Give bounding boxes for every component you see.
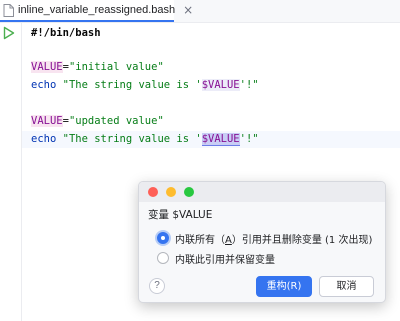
code-line-current: echo "The string value is '$VALUE'!" — [22, 131, 400, 148]
string-literal: '!" — [239, 79, 259, 91]
option-inline-this[interactable]: 内联此引用并保留变量 — [157, 250, 275, 266]
option-inline-this-label: 内联此引用并保留变量 — [175, 254, 275, 266]
editor-tab-bar: inline_variable_reassigned.bash × — [0, 0, 400, 23]
variable-declaration[interactable]: VALUE — [31, 115, 63, 127]
dialog-titlebar[interactable] — [139, 182, 385, 202]
cancel-button[interactable]: 取消 — [319, 276, 374, 297]
string-literal: "The string value is ' — [56, 133, 202, 145]
code-line: echo "The string value is '$VALUE'!" — [22, 77, 400, 94]
inline-variable-dialog: 变量 $VALUE 内联所有（A）引用并且删除变量 (1 次出现) 内联此引用并… — [138, 181, 386, 303]
code-line: #!/bin/bash — [22, 25, 400, 42]
string-literal: "initial value" — [68, 61, 164, 73]
file-icon — [3, 3, 14, 17]
keyword: echo — [31, 79, 57, 91]
tab-filename: inline_variable_reassigned.bash — [18, 4, 176, 16]
string-literal: "The string value is ' — [56, 79, 202, 91]
close-window-icon[interactable] — [148, 187, 158, 197]
option-inline-all[interactable]: 内联所有（A）引用并且删除变量 (1 次出现) — [157, 230, 372, 246]
refactor-button[interactable]: 重构(R) — [256, 276, 312, 297]
variable-reference-selected[interactable]: $VALUE — [201, 133, 240, 146]
code-line: VALUE="initial value" — [22, 59, 400, 76]
shebang: #!/bin/bash — [31, 27, 101, 39]
variable-reference[interactable]: $VALUE — [201, 79, 240, 91]
run-icon[interactable] — [3, 25, 15, 40]
option-inline-all-label: 内联所有（A）引用并且删除变量 (1 次出现) — [175, 234, 373, 246]
keyword: echo — [31, 133, 57, 145]
variable-declaration[interactable]: VALUE — [31, 61, 63, 73]
close-icon[interactable]: × — [183, 4, 193, 16]
help-button[interactable]: ? — [149, 278, 165, 294]
code-line: VALUE="updated value" — [22, 113, 400, 130]
radio-inline-all[interactable] — [157, 232, 169, 244]
editor-tab[interactable]: inline_variable_reassigned.bash × — [0, 0, 193, 22]
maximize-window-icon[interactable] — [184, 187, 194, 197]
string-literal: "updated value" — [68, 115, 164, 127]
radio-inline-this[interactable] — [157, 252, 169, 264]
mnemonic: A — [225, 234, 232, 246]
string-literal: '!" — [239, 133, 259, 145]
run-gutter — [0, 23, 22, 321]
dialog-title: 变量 $VALUE — [148, 209, 213, 221]
minimize-window-icon[interactable] — [166, 187, 176, 197]
